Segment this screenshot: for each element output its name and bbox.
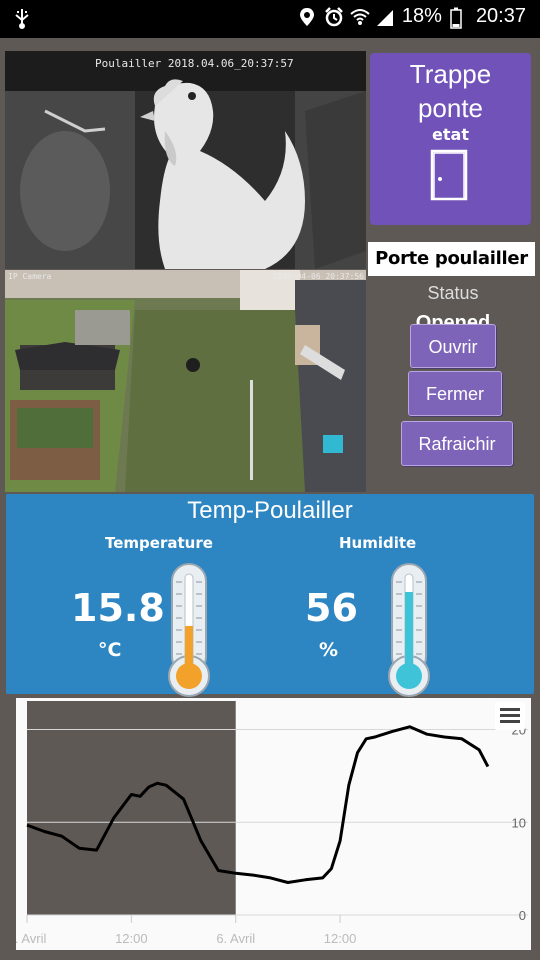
humidity-label: Humidite [339,534,417,552]
door-icon [430,149,468,201]
x-tick-label: 6. Avril [216,931,255,946]
trappe-etat-label: etat [432,125,469,144]
camera-feed-jardin[interactable]: IP Camera 2018-04-06 20:37:56 [5,270,366,492]
x-tick-label: 12:00 [115,931,148,946]
wifi-icon [350,7,370,27]
ouvrir-button[interactable]: Ouvrir [410,324,496,368]
usb-debug-icon [12,8,32,35]
temperature-unit: °C [98,639,122,661]
y-tick-label: 10 [512,815,526,830]
status-value: Opened [415,312,491,326]
night-band [27,701,236,915]
camera2-timestamp: 2018-04-06 20:37:56 [272,272,364,281]
status-bar: 18% 20:37 [0,0,540,38]
clock: 20:37 [475,5,526,27]
battery-icon [450,7,468,29]
porte-poulailler-title: Porte poulailler [368,242,535,276]
camera2-label: IP Camera [8,272,52,281]
y-tick-label: 0 [519,908,526,923]
fermer-button[interactable]: Fermer [408,371,502,416]
signal-icon [376,7,394,27]
humidity-unit: % [319,639,339,661]
humidity-thermometer-icon [388,563,430,697]
trappe-title-line1: Trappe [409,59,492,89]
temperature-history-chart[interactable]: 5. Avril12:006. Avril12:00 01020 [8,698,531,950]
location-icon [298,7,316,27]
trappe-ponte-widget[interactable]: Trappe ponte etat [370,53,531,225]
temperature-thermometer-icon [168,563,210,697]
hen-image [5,51,366,269]
trappe-title-line2: ponte [417,93,484,123]
battery-percent: 18% [401,5,442,27]
alarm-icon [324,6,343,27]
garden-image [5,270,366,492]
chart-plot: 5. Avril12:006. Avril12:00 01020 [8,701,528,946]
camera-feed-poulailler[interactable]: Poulailler 2018.04.06_20:37:57 [5,51,366,269]
temperature-label: Temperature [105,534,213,552]
temp-poulailler-panel: Temp-Poulailler Temperature Humidite 15.… [6,494,534,697]
chart-menu-button[interactable] [495,702,525,730]
x-tick-label: 12:00 [324,931,357,946]
humidity-value: 56 [305,586,358,630]
temp-panel-title: Temp-Poulailler [187,497,353,524]
rafraichir-button[interactable]: Rafraichir [401,421,513,466]
camera1-timestamp: Poulailler 2018.04.06_20:37:57 [95,57,294,70]
x-tick-label: 5. Avril [16,931,46,946]
temperature-value: 15.8 [71,586,165,630]
status-label: Status [427,283,479,303]
